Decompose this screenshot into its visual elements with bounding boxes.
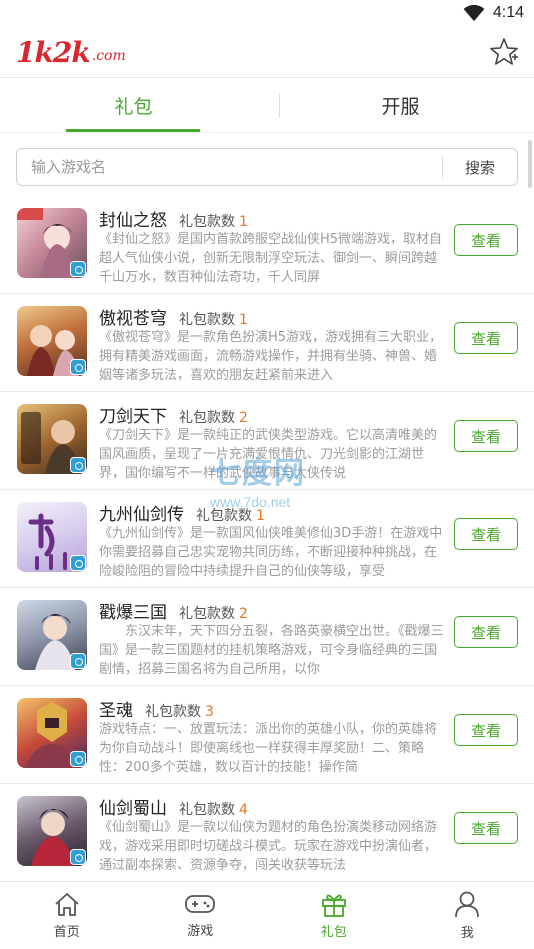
list-item[interactable]: 戳爆三国 礼包款数 2 东汉末年，天下四分五裂，各路英豪横空出世。《戳爆三国》是一款… (0, 588, 534, 686)
wifi-icon (463, 4, 485, 22)
gift-count-label: 礼包款数 (179, 312, 235, 328)
star-icon (490, 38, 518, 65)
game-title-row: 戳爆三国 礼包款数 2 (99, 598, 248, 623)
gamepad-icon (185, 895, 216, 913)
gift-count: 3 (205, 704, 214, 720)
game-title-row: 封仙之怒 礼包款数 1 (99, 206, 248, 231)
list-item[interactable]: 圣魂 礼包款数 3 游戏特点：一、放置玩法：派出你的英雄小队，你的英雄将为你自动战斗… (0, 686, 534, 784)
gift-count: 2 (239, 410, 248, 426)
gift-icon (321, 894, 346, 917)
nav-me-label: 我 (460, 926, 474, 941)
game-thumbnail[interactable] (17, 306, 87, 376)
game-title-row: 刀剑天下 礼包款数 2 (99, 402, 248, 427)
nav-gifts[interactable]: 礼包 (267, 882, 401, 949)
game-description: 《傲视苍穹》是一款角色扮演H5游戏，游戏拥有三大职业，拥有精美游戏画面，流畅游戏… (99, 330, 443, 383)
nav-games-label: 游戏 (187, 924, 214, 939)
view-button[interactable]: 查看 (454, 518, 518, 550)
favorite-button[interactable] (488, 36, 520, 68)
game-title: 九州仙剑传 (99, 505, 184, 525)
gift-count-label: 礼包款数 (179, 802, 235, 818)
game-thumbnail[interactable] (17, 502, 87, 572)
bottom-nav: 首页 游戏 礼包 我 (0, 881, 534, 949)
search-bar: 搜索 (16, 148, 518, 186)
status-bar: 4:14 (0, 0, 534, 28)
view-button[interactable]: 查看 (454, 420, 518, 452)
tab-gift[interactable]: 礼包 (0, 78, 267, 132)
game-thumbnail[interactable] (17, 404, 87, 474)
site-logo[interactable]: 1k2k .com (16, 36, 126, 69)
gift-count: 1 (239, 214, 248, 230)
view-button[interactable]: 查看 (454, 224, 518, 256)
home-icon (55, 893, 79, 916)
game-list: 封仙之怒 礼包款数 1 《封仙之怒》是国内首款跨服空战仙侠H5微端游戏，取材自超人气… (0, 196, 534, 882)
game-title: 傲视苍穹 (99, 309, 167, 329)
watermark-url: www.7do.net (210, 494, 291, 510)
game-title: 戳爆三国 (99, 603, 167, 623)
game-title: 圣魂 (99, 701, 133, 721)
user-icon (455, 891, 480, 918)
game-title-row: 圣魂 礼包款数 3 (99, 696, 214, 721)
game-description: 游戏特点：一、放置玩法：派出你的英雄小队，你的英雄将为你自动战斗！即使离线也一样… (99, 722, 438, 775)
game-thumbnail[interactable] (17, 208, 87, 278)
list-item[interactable]: 傲视苍穹 礼包款数 1 《傲视苍穹》是一款角色扮演H5游戏，游戏拥有三大职业，拥有精… (0, 294, 534, 392)
search-button[interactable]: 搜索 (443, 157, 517, 178)
game-description: 《九州仙剑传》是一款国风仙侠唯美修仙3D手游！在游戏中你需要招募自己忠实宠物共同… (99, 526, 443, 579)
platform-badge-icon (70, 751, 86, 767)
nav-games[interactable]: 游戏 (134, 882, 268, 949)
nav-gifts-label: 礼包 (320, 925, 347, 940)
tab-server[interactable]: 开服 (267, 78, 534, 132)
platform-badge-icon (70, 849, 86, 865)
list-item[interactable]: 封仙之怒 礼包款数 1 《封仙之怒》是国内首款跨服空战仙侠H5微端游戏，取材自超人气… (0, 196, 534, 294)
game-description: 《封仙之怒》是国内首款跨服空战仙侠H5微端游戏，取材自超人气仙侠小说，创新无限制… (99, 232, 443, 285)
view-button[interactable]: 查看 (454, 322, 518, 354)
game-description: 《仙剑蜀山》是一款以仙侠为题材的角色扮演类移动网络游戏，游戏采用即时切磋战斗模式… (99, 820, 438, 873)
game-thumbnail[interactable] (17, 796, 87, 866)
view-button[interactable]: 查看 (454, 616, 518, 648)
platform-badge-icon (70, 457, 86, 473)
app-header: 1k2k .com (0, 28, 534, 78)
game-title: 刀剑天下 (99, 407, 167, 427)
nav-home-label: 首页 (53, 925, 80, 940)
gift-count: 4 (239, 802, 248, 818)
gift-count-label: 礼包款数 (145, 704, 201, 720)
nav-me[interactable]: 我 (401, 882, 534, 949)
view-button[interactable]: 查看 (454, 714, 518, 746)
game-title-row: 仙剑蜀山 礼包款数 4 (99, 794, 248, 819)
game-thumbnail[interactable] (17, 698, 87, 768)
game-description: 东汉末年，天下四分五裂，各路英豪横空出世。《戳爆三国》是一款三国题材的挂机策略游… (99, 624, 444, 677)
gift-count-label: 礼包款数 (196, 508, 252, 524)
game-thumbnail[interactable] (17, 600, 87, 670)
search-input[interactable] (17, 149, 442, 185)
game-title: 仙剑蜀山 (99, 799, 167, 819)
logo-suffix-text: .com (91, 48, 126, 64)
platform-badge-icon (70, 359, 86, 375)
gift-count-label: 礼包款数 (179, 606, 235, 622)
watermark: 七度网 www.7do.net (210, 448, 330, 510)
gift-count-label: 礼包款数 (179, 410, 235, 426)
status-time: 4:14 (492, 4, 524, 21)
game-title-row: 傲视苍穹 礼包款数 1 (99, 304, 248, 329)
scrollbar[interactable] (528, 140, 532, 188)
tab-bar: 礼包 开服 (0, 78, 534, 133)
game-title: 封仙之怒 (99, 211, 167, 231)
gift-count-label: 礼包款数 (179, 214, 235, 230)
gift-count: 1 (256, 508, 265, 524)
watermark-text: 七度网 (210, 456, 306, 491)
list-item[interactable]: 仙剑蜀山 礼包款数 4 《仙剑蜀山》是一款以仙侠为题材的角色扮演类移动网络游戏，游戏… (0, 784, 534, 882)
platform-badge-icon (70, 261, 86, 277)
nav-home[interactable]: 首页 (0, 882, 134, 949)
gift-count: 1 (239, 312, 248, 328)
platform-badge-icon (70, 653, 86, 669)
platform-badge-icon (70, 555, 86, 571)
logo-main-text: 1k2k (16, 36, 91, 69)
view-button[interactable]: 查看 (454, 812, 518, 844)
gift-count: 2 (239, 606, 248, 622)
